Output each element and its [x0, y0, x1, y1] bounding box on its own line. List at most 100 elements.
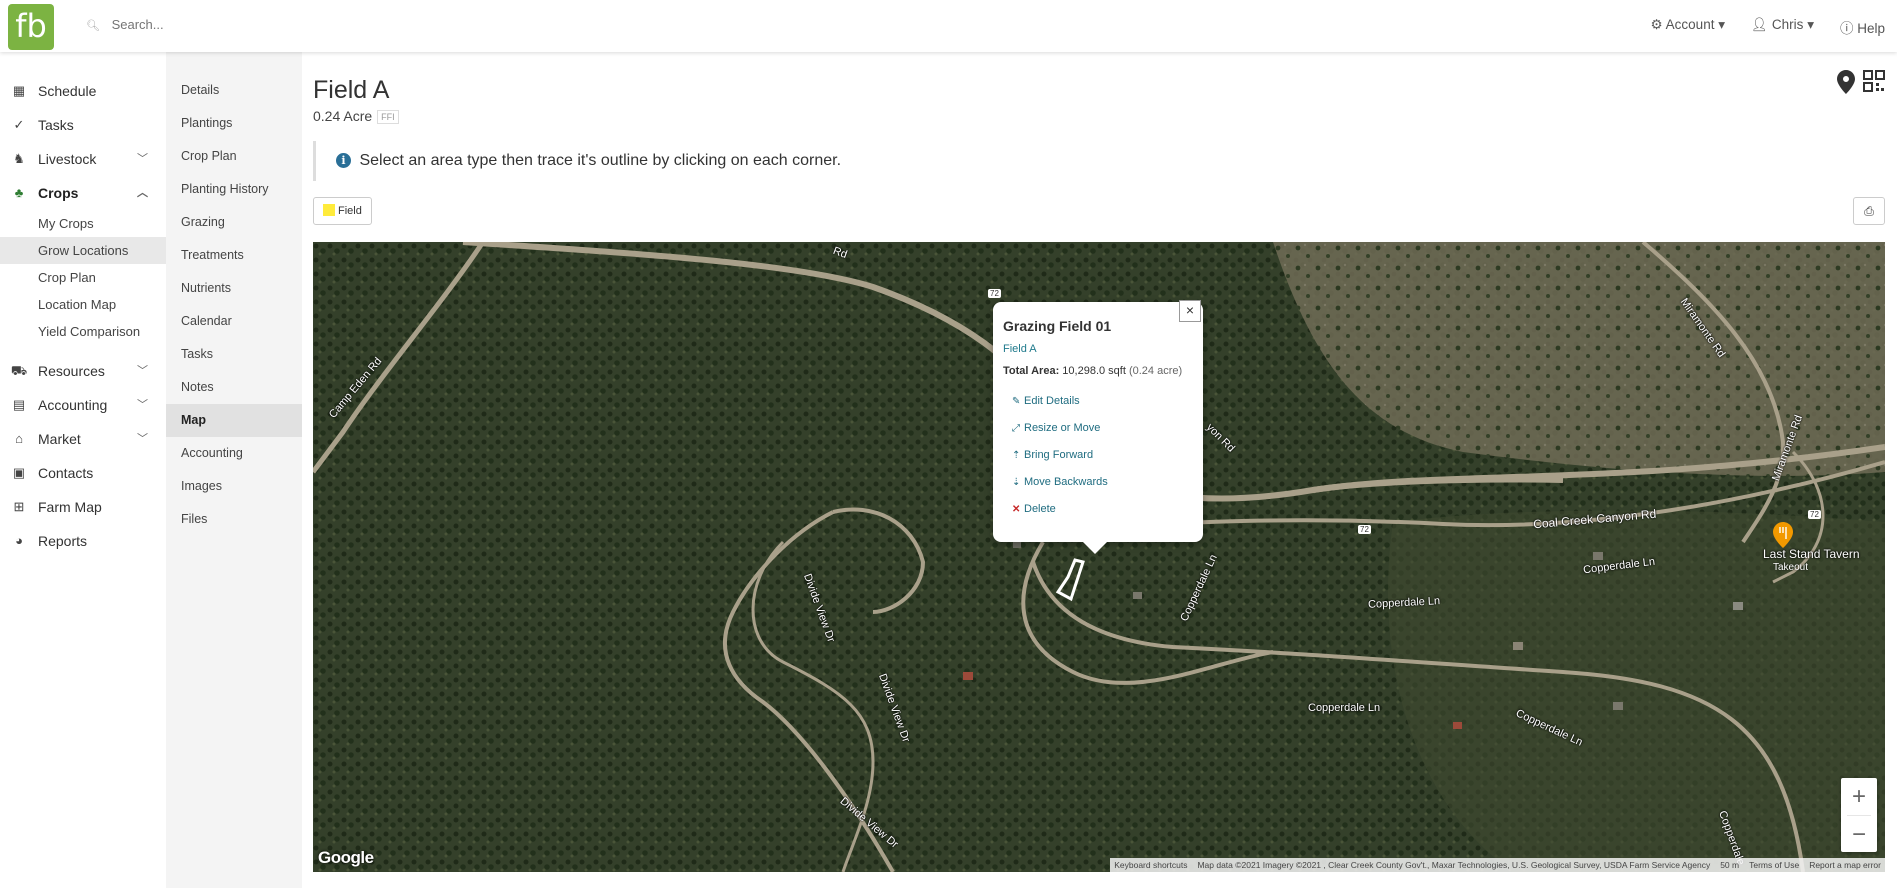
close-icon: ×: [1185, 302, 1195, 318]
area-info-popup: × Grazing Field 01 Field A Total Area: 1…: [993, 300, 1203, 554]
instruction-bar: i Select an area type then trace it's ou…: [313, 141, 1873, 181]
tractor-icon: ⛟: [10, 363, 28, 378]
sidebar-subitem-my-crops[interactable]: My Crops: [0, 210, 166, 237]
route-shield: 72: [1358, 525, 1371, 534]
location-subnav: Details Plantings Crop Plan Planting His…: [166, 52, 302, 888]
subnav-plantings[interactable]: Plantings: [166, 107, 302, 140]
satellite-map[interactable]: Rd Camp Eden Rd yon Rd Miramonte Rd Mira…: [313, 242, 1885, 872]
poi-subtitle: Takeout: [1773, 562, 1809, 573]
subnav-treatments[interactable]: Treatments: [166, 239, 302, 272]
subnav-accounting[interactable]: Accounting: [166, 437, 302, 470]
sidebar-item-farm-map[interactable]: ⊞ Farm Map: [0, 490, 166, 524]
print-icon: ⎙: [1864, 204, 1874, 218]
sort-down-icon: ⇣: [1012, 477, 1021, 488]
main-sidebar: ▦ Schedule ✓ Tasks ♞ Livestock ﹀ ♣ Crops…: [0, 52, 166, 888]
qr-code-icon[interactable]: [1863, 70, 1885, 92]
expand-arrows-icon: ⤢: [1012, 423, 1020, 434]
subnav-nutrients[interactable]: Nutrients: [166, 272, 302, 305]
caret-down-icon: ▾: [1807, 17, 1814, 32]
field-color-swatch: [323, 204, 335, 216]
report-error-link[interactable]: Report a map error: [1809, 858, 1881, 872]
store-icon: ⌂: [15, 431, 23, 446]
chevron-down-icon: ﹀: [137, 153, 148, 165]
question-circle-icon: ⓘ: [1839, 21, 1854, 36]
resize-or-move-button[interactable]: ⤢ Resize or Move: [1003, 415, 1193, 442]
zoom-out-button[interactable]: −: [1841, 816, 1877, 853]
horse-icon: ♞: [13, 151, 25, 166]
map-marker-icon[interactable]: [1837, 70, 1855, 94]
map-attribution: Keyboard shortcuts Map data ©2021 Imager…: [1110, 858, 1885, 872]
page-subtitle: 0.24 Acre FFI: [313, 108, 399, 125]
edit-details-button[interactable]: ✎ Edit Details: [1003, 388, 1193, 415]
instruction-text: Select an area type then trace it's outl…: [359, 152, 842, 169]
sidebar-item-accounting[interactable]: ▤ Accounting ﹀: [0, 388, 166, 422]
search-box[interactable]: 🔍︎: [86, 16, 350, 33]
sidebar-item-crops[interactable]: ♣ Crops ︿: [0, 176, 166, 210]
subnav-grazing[interactable]: Grazing: [166, 206, 302, 239]
sidebar-item-reports[interactable]: ◕ Reports: [0, 524, 166, 558]
area-type-field-button[interactable]: Field: [313, 197, 372, 225]
sidebar-item-market[interactable]: ⌂ Market ﹀: [0, 422, 166, 456]
chevron-up-icon: ︿: [137, 187, 148, 199]
move-backwards-button[interactable]: ⇣ Move Backwards: [1003, 469, 1193, 496]
subnav-calendar[interactable]: Calendar: [166, 305, 302, 338]
sidebar-item-schedule[interactable]: ▦ Schedule: [0, 74, 166, 108]
subnav-tasks[interactable]: Tasks: [166, 338, 302, 371]
terms-link[interactable]: Terms of Use: [1749, 858, 1799, 872]
subnav-planting-history[interactable]: Planting History: [166, 173, 302, 206]
chevron-down-icon: ﹀: [137, 433, 148, 445]
area-tag: FFI: [377, 110, 399, 125]
gear-icon: ⚙: [1650, 17, 1663, 32]
road-label: Copperdale Ln: [1308, 702, 1381, 714]
area-value: 0.24 Acre: [313, 108, 373, 124]
x-icon: ✕: [1012, 504, 1021, 515]
top-bar: fb 🔍︎ ⚙ Account ▾ 👤︎ Chris ▾ ⓘ Help: [0, 0, 1897, 52]
subnav-crop-plan[interactable]: Crop Plan: [166, 140, 302, 173]
subnav-notes[interactable]: Notes: [166, 371, 302, 404]
calculator-icon: ▤: [12, 397, 26, 412]
sidebar-subitem-crop-plan[interactable]: Crop Plan: [0, 264, 166, 291]
bring-forward-button[interactable]: ⇡ Bring Forward: [1003, 442, 1193, 469]
poi-name[interactable]: Last Stand Tavern: [1763, 547, 1860, 561]
user-menu[interactable]: 👤︎ Chris ▾: [1751, 17, 1814, 37]
address-book-icon: ▣: [12, 465, 26, 480]
pencil-icon: ✎: [1012, 396, 1021, 407]
sidebar-item-livestock[interactable]: ♞ Livestock ﹀: [0, 142, 166, 176]
account-menu[interactable]: ⚙ Account ▾: [1651, 17, 1725, 37]
info-icon: i: [336, 153, 351, 168]
subnav-files[interactable]: Files: [166, 503, 302, 536]
chevron-down-icon: ﹀: [137, 365, 148, 377]
popup-total-area: Total Area: 10,298.0 sqft (0.24 acre): [1003, 365, 1183, 377]
calendar-icon: ▦: [12, 83, 26, 98]
subnav-images[interactable]: Images: [166, 470, 302, 503]
pie-chart-icon: ◕: [15, 533, 23, 548]
sidebar-subitem-location-map[interactable]: Location Map: [0, 291, 166, 318]
map-data-text: Map data ©2021 Imagery ©2021 , Clear Cre…: [1197, 860, 1711, 870]
chevron-down-icon: ﹀: [137, 399, 148, 411]
route-shield: 72: [988, 289, 1001, 298]
sidebar-subitem-grow-locations[interactable]: Grow Locations: [0, 237, 166, 264]
delete-button[interactable]: ✕ Delete: [1003, 496, 1193, 523]
popup-location-link[interactable]: Field A: [1003, 343, 1193, 355]
sidebar-subitem-yield-comparison[interactable]: Yield Comparison: [0, 318, 166, 345]
route-shield: 72: [1808, 510, 1821, 519]
sidebar-item-contacts[interactable]: ▣ Contacts: [0, 456, 166, 490]
caret-down-icon: ▾: [1718, 17, 1725, 32]
search-input[interactable]: [109, 16, 350, 33]
user-icon: 👤︎: [1751, 17, 1769, 32]
restaurant-marker-icon[interactable]: [1773, 522, 1793, 548]
subnav-details[interactable]: Details: [166, 74, 302, 107]
print-button[interactable]: ⎙: [1853, 197, 1885, 225]
header-actions: [1837, 70, 1885, 94]
zoom-controls: + −: [1841, 778, 1877, 852]
farmbrite-logo[interactable]: fb: [8, 4, 54, 50]
zoom-in-button[interactable]: +: [1841, 778, 1877, 815]
subnav-map[interactable]: Map: [166, 404, 302, 437]
sidebar-item-tasks[interactable]: ✓ Tasks: [0, 108, 166, 142]
help-link[interactable]: ⓘ Help: [1840, 17, 1885, 37]
keyboard-shortcuts-link[interactable]: Keyboard shortcuts: [1114, 858, 1187, 872]
sidebar-item-resources[interactable]: ⛟ Resources ﹀: [0, 354, 166, 388]
search-icon: 🔍︎: [86, 20, 100, 32]
close-popup-button[interactable]: ×: [1179, 300, 1201, 322]
scale-bar[interactable]: 50 m: [1720, 858, 1739, 872]
